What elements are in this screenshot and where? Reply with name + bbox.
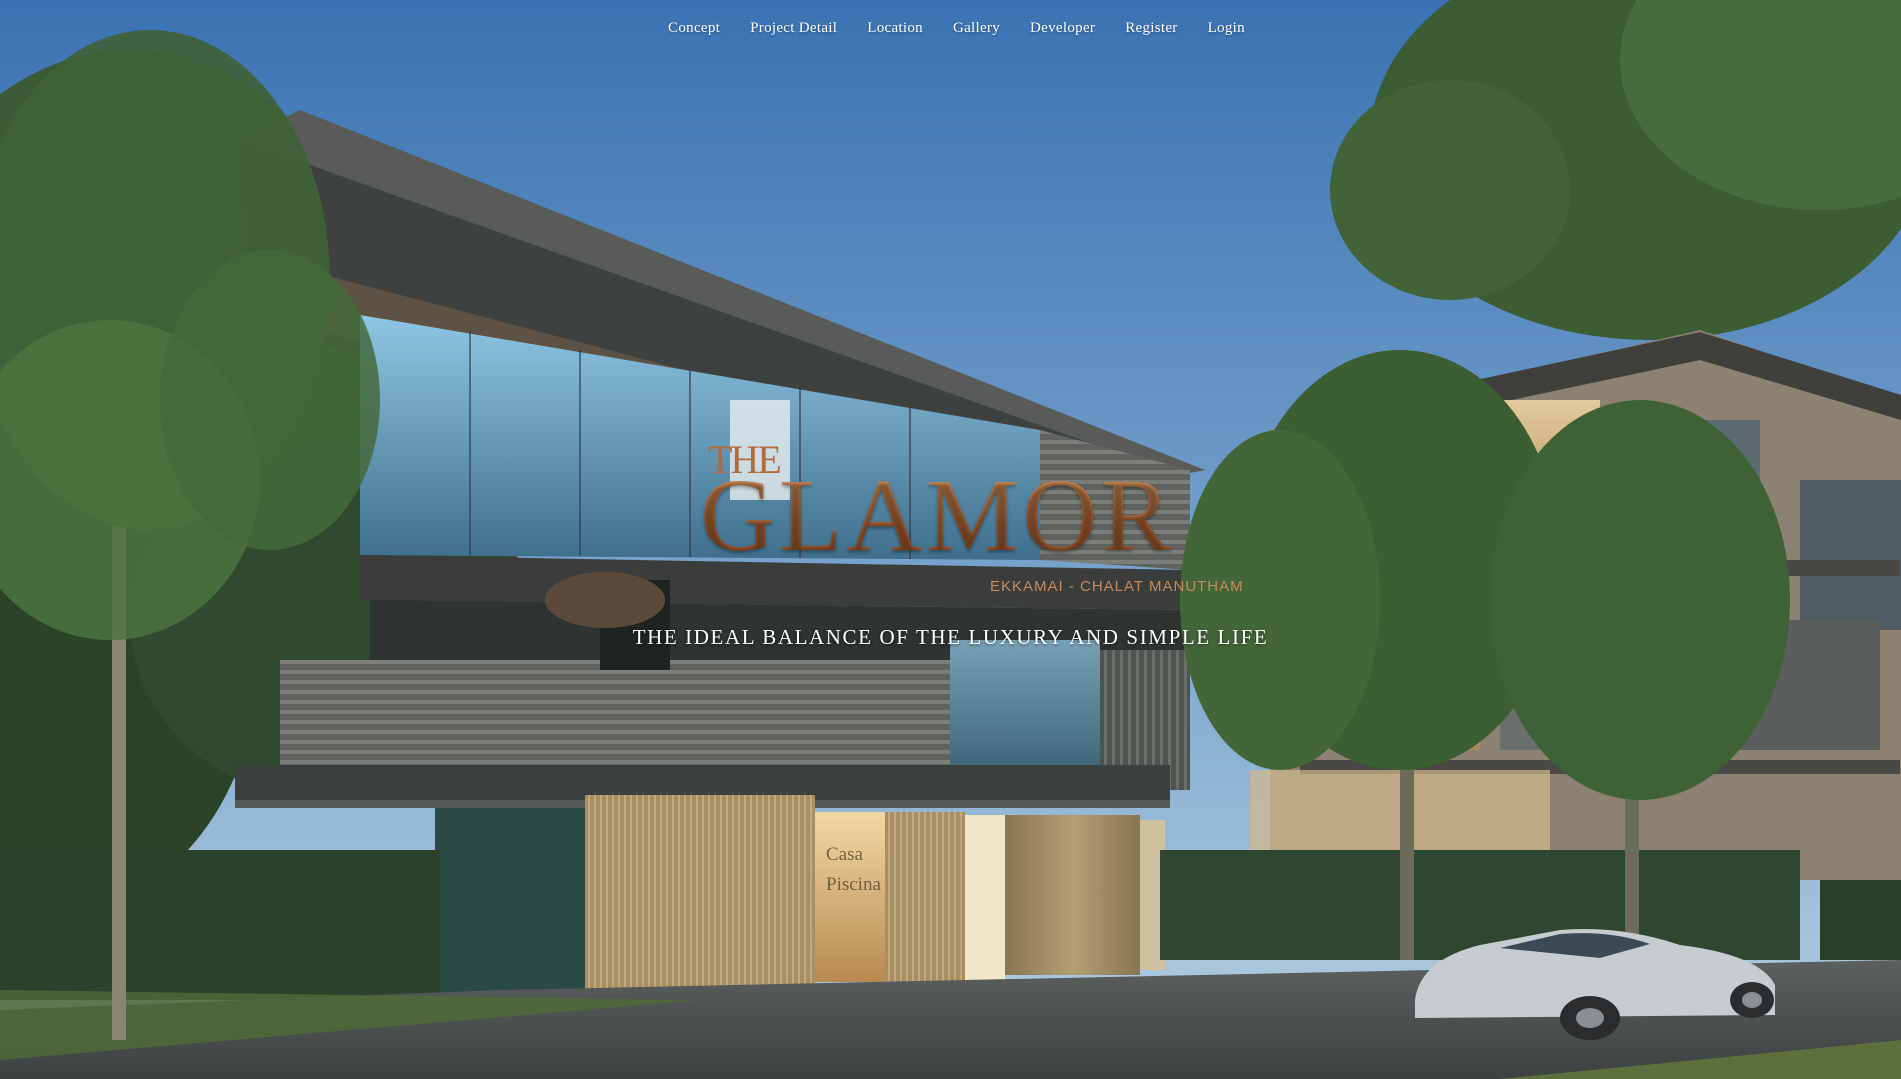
main-nav: Concept Project Detail Location Gallery … bbox=[0, 20, 1901, 37]
nav-login[interactable]: Login bbox=[1208, 20, 1245, 37]
logo-subtitle: EKKAMAI - CHALAT MANUTHAM bbox=[990, 578, 1244, 595]
logo-main-text: GLAMOR bbox=[700, 458, 1175, 573]
nav-project-detail[interactable]: Project Detail bbox=[750, 20, 837, 37]
nav-concept[interactable]: Concept bbox=[668, 20, 720, 37]
nav-location[interactable]: Location bbox=[867, 20, 923, 37]
nav-register[interactable]: Register bbox=[1125, 20, 1177, 37]
casa-sign: Casa bbox=[826, 844, 864, 865]
hero-section: Casa Piscina Concept Project Detail Loca… bbox=[0, 0, 1901, 1079]
nav-developer[interactable]: Developer bbox=[1030, 20, 1095, 37]
glamor-logo: THE GLAMOR EKKAMAI - CHALAT MANUTHAM bbox=[700, 440, 1243, 600]
nav-gallery[interactable]: Gallery bbox=[953, 20, 1000, 37]
piscina-sign: Piscina bbox=[826, 874, 881, 895]
hero-tagline: THE IDEAL BALANCE OF THE LUXURY AND SIMP… bbox=[632, 625, 1269, 649]
